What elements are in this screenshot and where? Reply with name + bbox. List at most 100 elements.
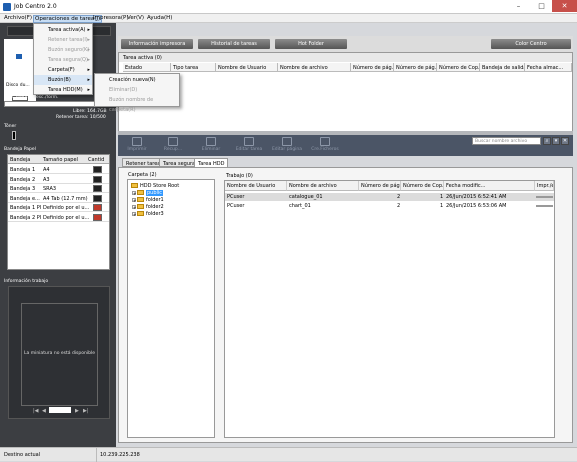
- tray-name: Bandeja 2 PI: [10, 214, 42, 221]
- col-fecha[interactable]: Fecha almac...: [525, 63, 572, 72]
- col-usuario[interactable]: Nombre de Usuario: [216, 63, 278, 72]
- folder-pane-title: Carpeta (2): [128, 172, 157, 178]
- col-copias[interactable]: Número de Cop...: [437, 63, 480, 72]
- menu-item-6[interactable]: Tarea HDD(M) ▸: [34, 85, 92, 95]
- expand-icon[interactable]: +: [132, 197, 136, 202]
- top-toolbar: Información impresora Historial de tarea…: [118, 36, 573, 52]
- tray-row[interactable]: Bandeja e... A4 Tab (12.7 mm): [8, 194, 109, 203]
- folder-root-label: HDD Store Root: [140, 183, 180, 189]
- job-tabs: Retener tarea Tarea segura Tarea HDD: [118, 158, 573, 167]
- edit-job-button[interactable]: Editar tarea: [232, 137, 266, 154]
- tray-name: Bandeja e...: [10, 195, 40, 202]
- tray-level-icon: [93, 204, 102, 211]
- job-pages: 2: [397, 203, 401, 209]
- status-bar: Destino actual 10.239.225.238: [0, 447, 577, 462]
- page-number-input[interactable]: [49, 407, 71, 413]
- recover-button[interactable]: Recup...: [156, 137, 190, 154]
- submenu-arrow-icon: ▸: [87, 27, 90, 33]
- tray-size: A4 Tab (12.7 mm): [43, 195, 88, 202]
- held-jobs-text: Retener tarea: 10/500: [56, 115, 106, 120]
- minimize-button[interactable]: –: [506, 0, 531, 12]
- next-page-icon[interactable]: ▶: [75, 408, 79, 414]
- search-options-icon[interactable]: ▾: [552, 137, 560, 145]
- folder-item-folder2[interactable]: + folder2: [132, 204, 164, 210]
- menu-ayuda[interactable]: Ayuda(H): [146, 15, 173, 21]
- col-bandeja-salida[interactable]: Bandeja de salida: [480, 63, 525, 72]
- window-title: Job Centro 2.0: [14, 3, 57, 10]
- search-icon[interactable]: ⌕: [543, 137, 551, 145]
- menu-bar: Archivo(F) Operaciones de tarea(J) Impre…: [0, 14, 577, 23]
- hot-folder-button[interactable]: Hot Folder: [275, 39, 347, 49]
- search-clear-icon[interactable]: ✕: [561, 137, 569, 145]
- submenu-arrow-icon: ▸: [87, 67, 90, 73]
- col-archivo[interactable]: Nombre de archivo: [278, 63, 351, 72]
- folder-item-public[interactable]: + public: [132, 190, 164, 196]
- col-paginas-2[interactable]: Número de pág...: [394, 63, 437, 72]
- expand-icon[interactable]: +: [132, 204, 136, 209]
- tab-tarea-hdd[interactable]: Tarea HDD: [194, 158, 229, 167]
- create-files-button[interactable]: Cre.Ficheros: [308, 137, 342, 154]
- status-label: Destino actual: [4, 452, 41, 458]
- tray-col-name: Bandeja: [10, 157, 31, 163]
- tray-row[interactable]: Bandeja 1 PI Definido por el u...: [8, 203, 109, 212]
- tray-name: Bandeja 1 PI: [10, 205, 42, 211]
- jh-copias[interactable]: Número de Cop...: [401, 181, 444, 191]
- active-jobs-title: Tarea activa (0): [119, 53, 572, 62]
- search-input[interactable]: Buscar nombre archivo: [472, 137, 541, 145]
- folder-root[interactable]: HDD Store Root: [131, 183, 179, 189]
- close-button[interactable]: ✕: [552, 0, 577, 12]
- tray-name: Bandeja 3: [10, 186, 36, 192]
- jh-impr[interactable]: Impr./ech...: [535, 181, 554, 191]
- job-history-button[interactable]: Historial de tareas: [198, 39, 270, 49]
- delete-button[interactable]: Eliminar: [194, 137, 228, 154]
- menu-impresora[interactable]: Impresora(P): [92, 15, 129, 21]
- paper-tray-title: Bandeja Papel: [4, 147, 36, 152]
- tray-level-icon: [93, 194, 102, 202]
- edit-page-label: Editar página: [271, 147, 303, 152]
- title-bar: Job Centro 2.0 – □ ✕: [0, 0, 577, 14]
- tray-row[interactable]: Bandeja 2 A3: [8, 175, 109, 184]
- table-row[interactable]: PCuser chart_01 2 1 26/Jun/2015 6:53:06 …: [225, 202, 554, 210]
- printer-info-button[interactable]: Información impresora: [121, 39, 193, 49]
- col-paginas-1[interactable]: Número de pág...: [351, 63, 394, 72]
- toner-gauge: [12, 131, 16, 140]
- jh-usuario[interactable]: Nombre de Usuario: [225, 181, 287, 191]
- submenu-item-2: Buzón nombre de carpeta(R): [95, 95, 179, 113]
- job-user: PCuser: [227, 203, 245, 209]
- jh-fecha[interactable]: Fecha modific...: [444, 181, 535, 191]
- job-date: 26/Jun/2015 6:53:06 AM: [446, 203, 507, 209]
- maximize-button[interactable]: □: [529, 0, 554, 12]
- expand-icon[interactable]: +: [132, 211, 136, 216]
- tray-size: A3: [43, 176, 50, 183]
- submenu-item-0[interactable]: Creación nueva(N): [95, 75, 179, 85]
- col-estado[interactable]: Estado: [123, 63, 171, 72]
- last-page-icon[interactable]: ▶|: [83, 408, 89, 414]
- thumbnail-text: La miniatura no está disponible: [24, 351, 95, 356]
- job-info-panel: La miniatura no está disponible |◀ ◀ ▶ ▶…: [8, 286, 110, 419]
- jh-paginas[interactable]: Número de pág...: [359, 181, 401, 191]
- table-row[interactable]: PCuser catalogue_01 2 1 26/Jun/2015 6:52…: [225, 193, 554, 201]
- menu-item-label: Tarea HDD(M): [48, 87, 83, 93]
- first-page-icon[interactable]: |◀: [33, 408, 39, 414]
- jh-archivo[interactable]: Nombre de archivo: [287, 181, 359, 191]
- folder-item-folder3[interactable]: + folder3: [132, 211, 164, 217]
- tray-size: Definido por el u...: [43, 214, 90, 221]
- menu-item-4[interactable]: Carpeta(F) ▸: [34, 65, 92, 75]
- col-tipo-tarea[interactable]: Tipo tarea: [171, 63, 216, 72]
- color-centro-button[interactable]: Color Centro: [491, 39, 571, 49]
- hdd-jobs-table: Nombre de Usuario Nombre de archivo Núme…: [224, 180, 555, 438]
- job-copies: 1: [440, 194, 444, 200]
- tray-row[interactable]: Bandeja 3 SRA3: [8, 184, 109, 193]
- tray-row[interactable]: Bandeja 2 PI Definido por el u...: [8, 213, 109, 222]
- menu-item-0[interactable]: Tarea activa(A) ▸: [34, 25, 92, 35]
- expand-icon[interactable]: +: [132, 190, 136, 195]
- prev-page-icon[interactable]: ◀: [42, 408, 46, 414]
- edit-page-button[interactable]: Editar página: [270, 137, 304, 154]
- menu-archivo[interactable]: Archivo(F): [3, 15, 33, 21]
- folder-item-folder1[interactable]: + folder1: [132, 197, 164, 203]
- menu-ver[interactable]: Ver(V): [126, 15, 145, 21]
- menu-item-5[interactable]: Buzón(B) ▸: [34, 75, 92, 85]
- submenu-arrow-icon: ▸: [87, 77, 90, 83]
- print-button[interactable]: Imprimir: [120, 137, 154, 154]
- tray-row[interactable]: Bandeja 1 A4: [8, 165, 109, 174]
